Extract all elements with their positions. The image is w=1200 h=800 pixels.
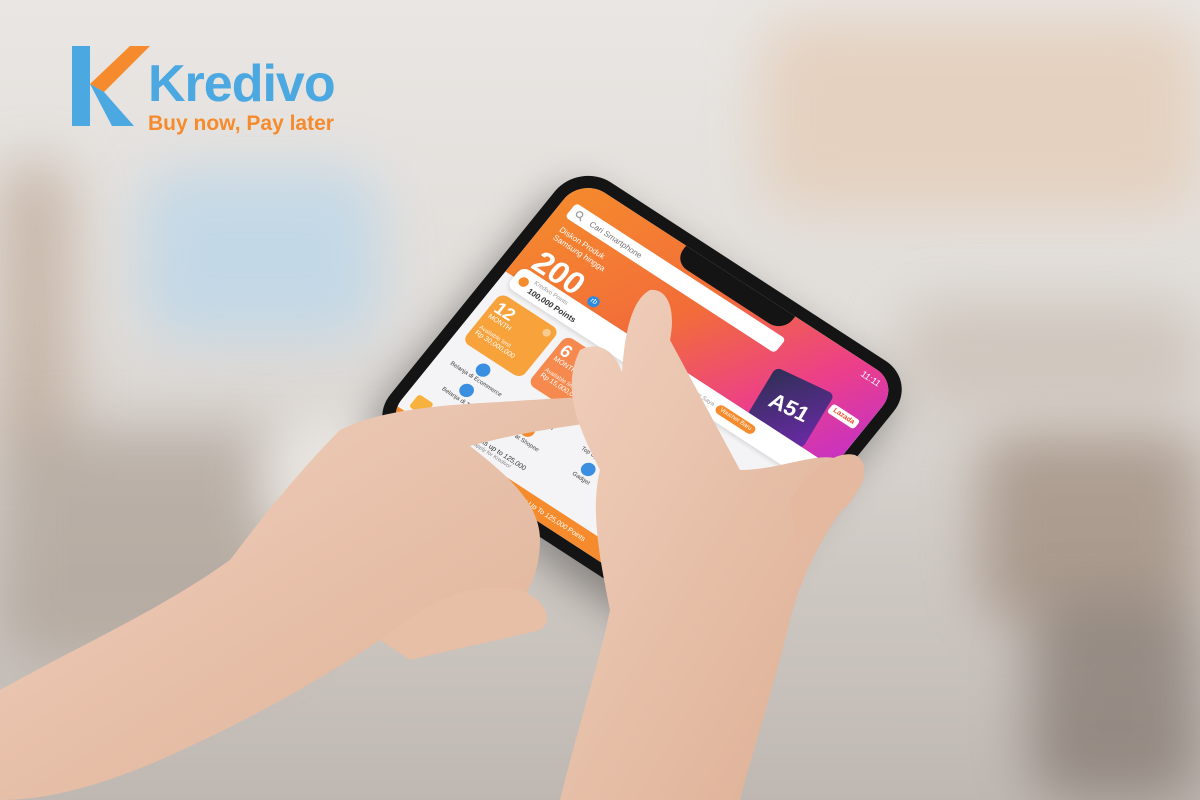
k-logo-icon [72, 46, 150, 126]
brand-name: Kredivo [148, 55, 336, 113]
brand-tagline: Buy now, Pay later [148, 112, 334, 135]
sofa [0, 430, 290, 660]
shelf-items [900, 300, 1200, 410]
cabinet-door [1030, 600, 1200, 800]
voucher-icon [667, 373, 682, 387]
store-badge: Lazada [826, 403, 861, 430]
gift-icon [408, 394, 434, 417]
kitchen-cabinet [760, 20, 1200, 210]
points-coin-icon [516, 275, 532, 289]
status-time: 11:11 [858, 369, 883, 389]
counter-shadow [980, 430, 1200, 620]
window-light [140, 170, 380, 340]
search-icon [575, 211, 584, 222]
wall-panel [0, 160, 70, 460]
kredivo-logo: Kredivo Buy now, Pay later [70, 40, 350, 140]
